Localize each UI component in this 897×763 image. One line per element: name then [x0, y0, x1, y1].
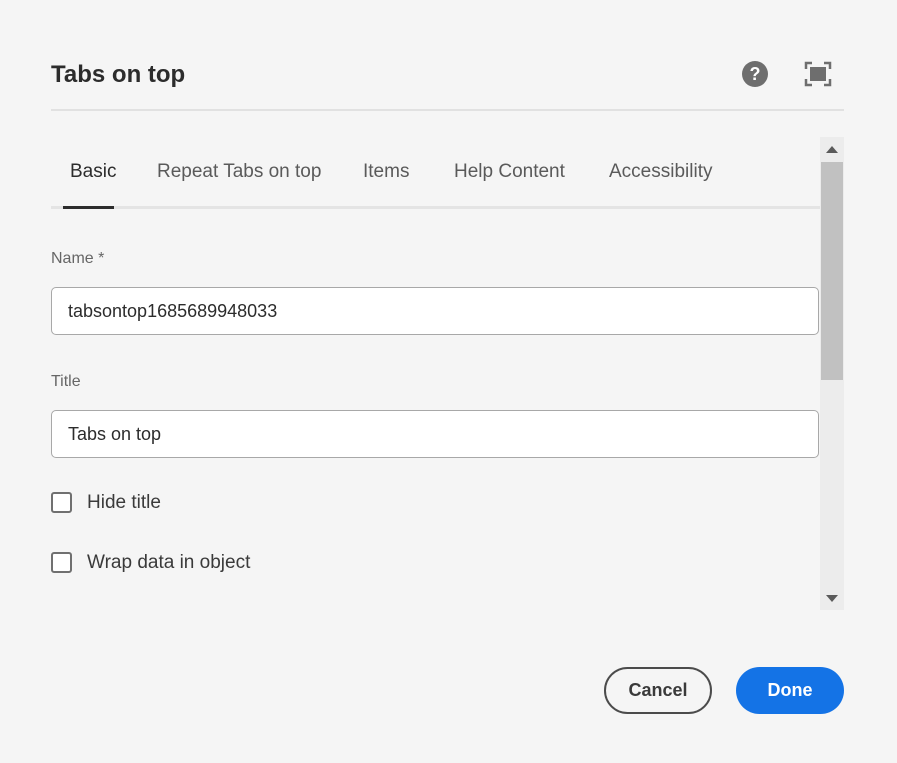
help-icon[interactable]: ? [742, 61, 768, 87]
tab-accessibility[interactable]: Accessibility [609, 159, 712, 185]
scrollbar-thumb[interactable] [821, 162, 843, 380]
cancel-button[interactable]: Cancel [604, 667, 712, 714]
fullscreen-icon[interactable] [804, 61, 832, 87]
scroll-up-arrow-icon[interactable] [826, 146, 838, 153]
tab-repeat-tabs-on-top[interactable]: Repeat Tabs on top [157, 159, 321, 185]
dialog-content: Basic Repeat Tabs on top Items Help Cont… [51, 137, 820, 610]
tab-items[interactable]: Items [363, 159, 409, 185]
name-input[interactable] [51, 287, 819, 335]
wrap-data-checkbox-row[interactable]: Wrap data in object [51, 551, 311, 575]
content-scrollbar[interactable] [820, 137, 844, 610]
hide-title-checkbox-row[interactable]: Hide title [51, 491, 251, 515]
dialog-title: Tabs on top [51, 61, 186, 88]
wrap-data-label: Wrap data in object [87, 552, 251, 573]
title-input[interactable] [51, 410, 819, 458]
title-label: Title [51, 373, 81, 390]
name-label: Name * [51, 250, 105, 267]
tab-help-content[interactable]: Help Content [454, 159, 565, 185]
wrap-data-checkbox[interactable] [51, 552, 72, 573]
header-divider [51, 109, 844, 111]
hide-title-checkbox[interactable] [51, 492, 72, 513]
active-tab-indicator [63, 206, 114, 209]
hide-title-label: Hide title [87, 492, 161, 513]
done-button[interactable]: Done [736, 667, 844, 714]
tab-list: Basic Repeat Tabs on top Items Help Cont… [51, 137, 820, 209]
scroll-down-arrow-icon[interactable] [826, 595, 838, 602]
tab-basic[interactable]: Basic [70, 159, 116, 185]
